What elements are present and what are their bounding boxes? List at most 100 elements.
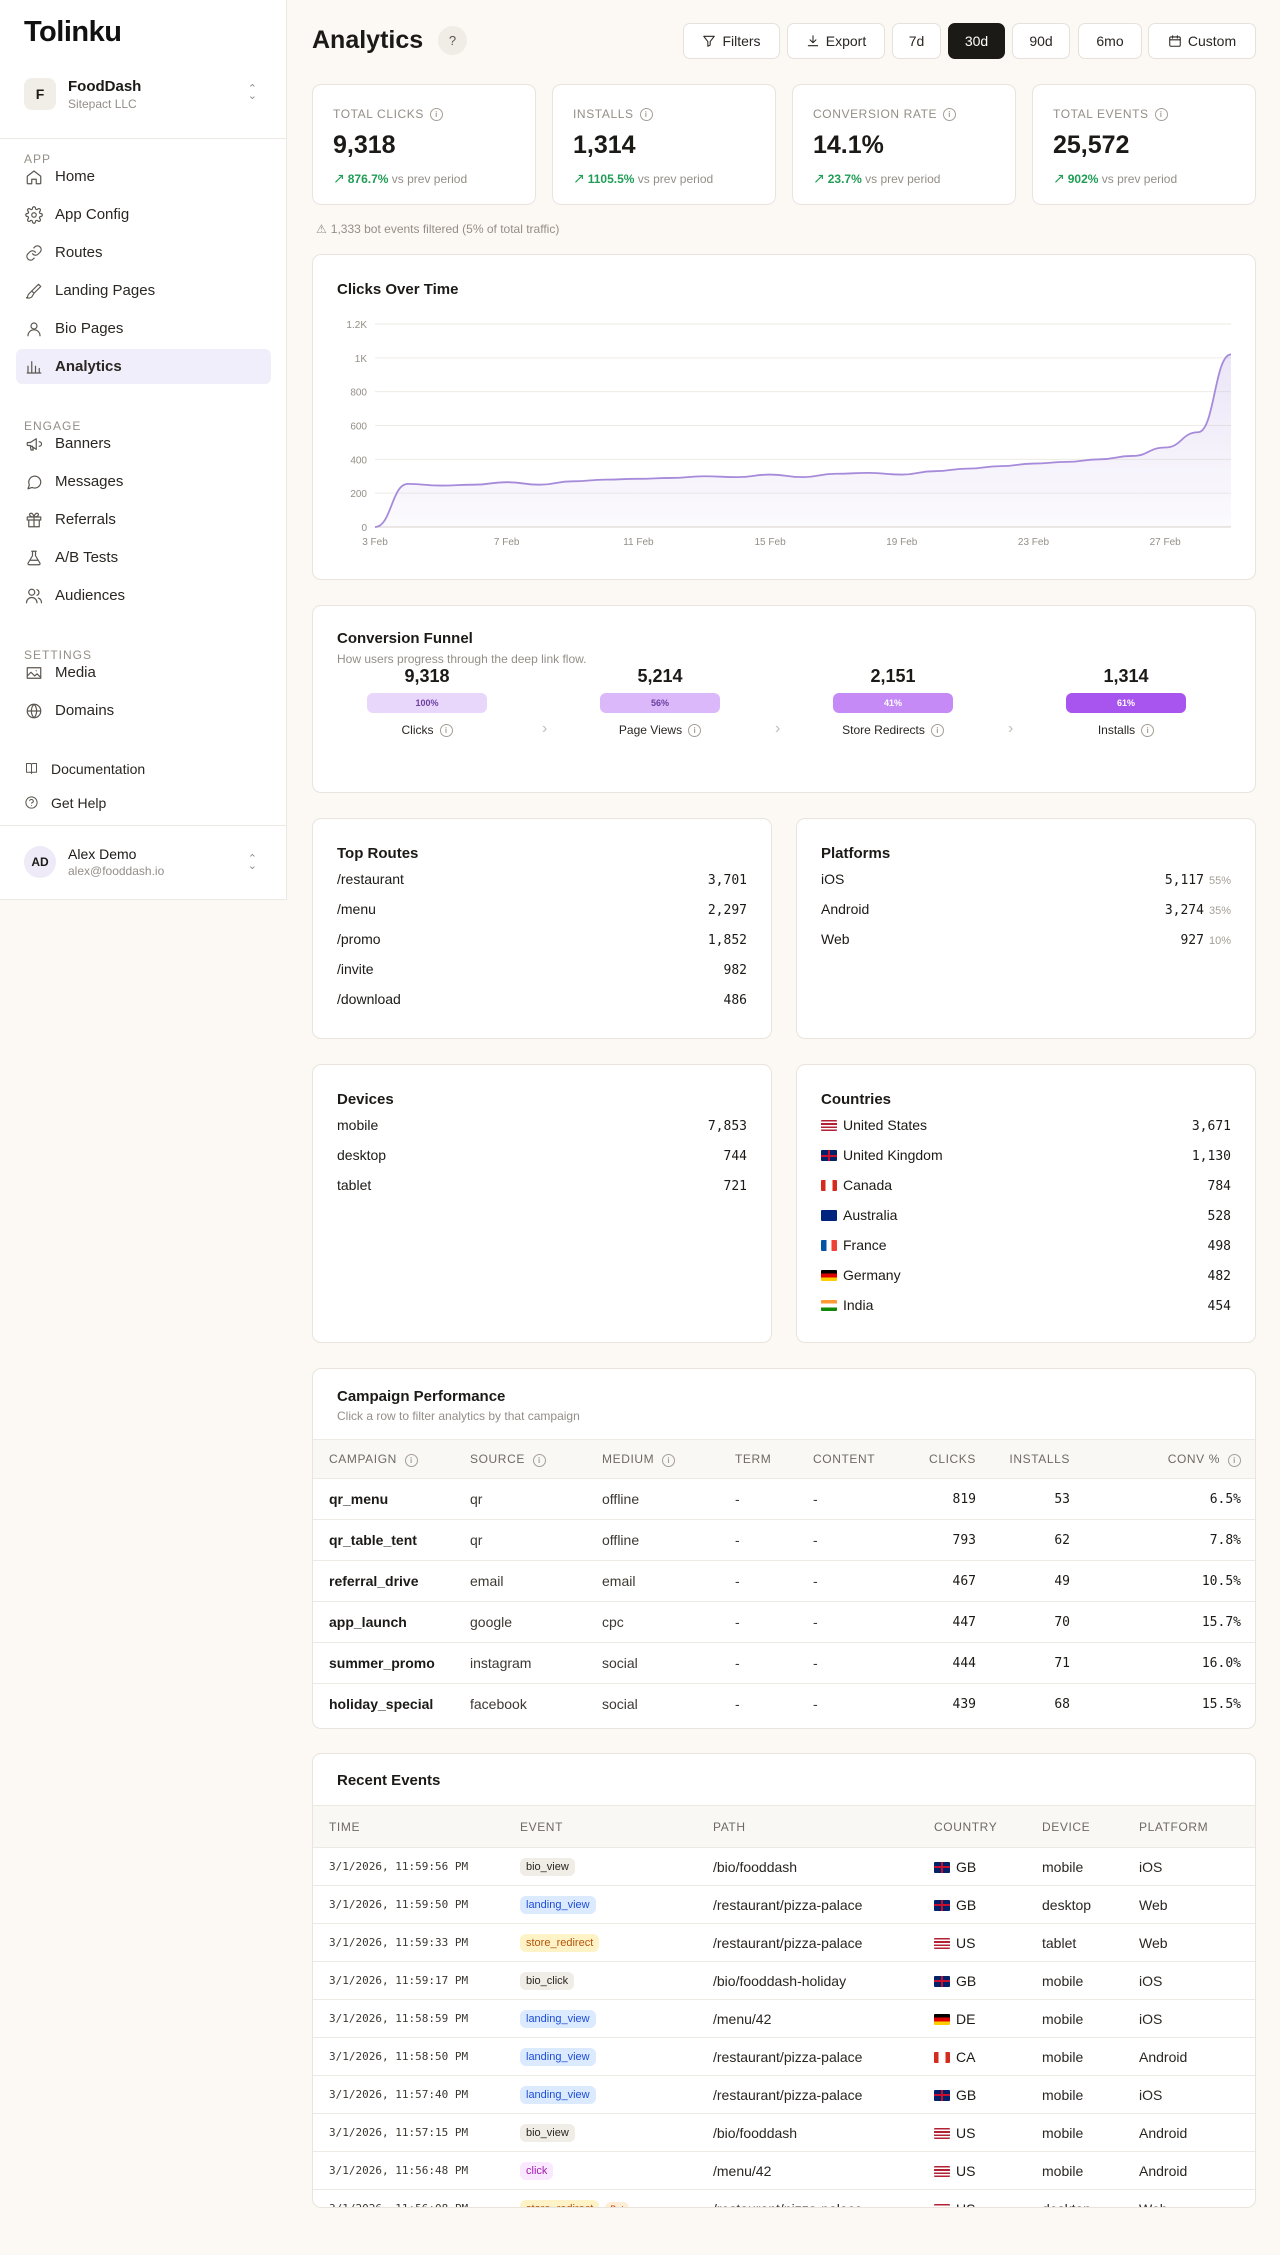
sidebar-item-banners[interactable]: Banners <box>16 426 271 461</box>
list-item[interactable]: Android 3,274 35% <box>821 901 1231 918</box>
list-item[interactable]: /menu 2,297 <box>337 901 747 918</box>
list-item[interactable]: India 454 <box>821 1297 1231 1314</box>
info-icon[interactable]: i <box>943 107 957 121</box>
column-header[interactable]: EVENT <box>520 1805 713 1848</box>
clicks-point-10-feb[interactable] <box>599 474 611 486</box>
export-button[interactable]: Export <box>787 23 885 59</box>
clicks-point-21-feb[interactable] <box>962 463 974 475</box>
sidebar-item-bio-pages[interactable]: Bio Pages <box>16 311 271 346</box>
clicks-point-24-feb[interactable] <box>1060 456 1072 468</box>
clicks-point-12-feb[interactable] <box>665 472 677 484</box>
sidebar-item-routes[interactable]: Routes <box>16 235 271 270</box>
column-header[interactable]: PLATFORM <box>1139 1805 1255 1848</box>
info-icon[interactable]: i <box>1141 723 1155 737</box>
info-icon[interactable]: i <box>688 723 702 737</box>
range-30d-button[interactable]: 30d <box>948 23 1005 59</box>
clicks-point-28-feb[interactable] <box>1192 426 1204 438</box>
info-icon[interactable]: i <box>404 1453 418 1467</box>
column-header[interactable]: CAMPAIGN i <box>313 1439 470 1479</box>
org-switcher[interactable]: F FoodDash Sitepact LLC ⌃ ⌄ <box>16 66 271 122</box>
app-logo[interactable]: Tolinku <box>24 16 122 49</box>
list-item[interactable]: United States 3,671 <box>821 1117 1231 1134</box>
info-icon[interactable]: i <box>930 723 944 737</box>
column-header[interactable]: CONTENT <box>813 1439 908 1479</box>
sidebar-item-home[interactable]: Home <box>16 159 271 194</box>
list-item[interactable]: /restaurant 3,701 <box>337 871 747 888</box>
list-item[interactable]: iOS 5,117 55% <box>821 871 1231 888</box>
table-row[interactable]: summer_promo instagram social - - 444 71 16.0% <box>313 1642 1255 1684</box>
clicks-point-14-feb[interactable] <box>731 471 743 483</box>
list-item[interactable]: Germany 482 <box>821 1267 1231 1284</box>
info-icon[interactable]: i <box>532 1453 546 1467</box>
sidebar-link-documentation[interactable]: Documentation <box>16 751 271 786</box>
info-icon[interactable]: i <box>639 107 653 121</box>
table-row[interactable]: 3/1/2026, 11:57:40 PM landing_view/restau… <box>313 2075 1255 2114</box>
info-icon[interactable]: i <box>1154 107 1168 121</box>
clicks-point-16-feb[interactable] <box>797 471 809 483</box>
range-6mo-button[interactable]: 6mo <box>1078 23 1142 59</box>
clicks-point-1-mar[interactable] <box>1225 348 1237 360</box>
table-row[interactable]: referral_drive email email - - 467 49 10.5% <box>313 1560 1255 1602</box>
user-menu[interactable]: AD Alex Demo alex@fooddash.io ⌃ ⌄ <box>16 840 271 884</box>
column-header[interactable]: INSTALLS <box>978 1439 1072 1479</box>
range-90d-button[interactable]: 90d <box>1012 23 1070 59</box>
sidebar-item-a-b-tests[interactable]: A/B Tests <box>16 540 271 575</box>
sidebar-item-messages[interactable]: Messages <box>16 464 271 499</box>
table-row[interactable]: 3/1/2026, 11:58:59 PM landing_view/menu/4… <box>313 1999 1255 2038</box>
sidebar-item-domains[interactable]: Domains <box>16 693 271 728</box>
table-row[interactable]: 3/1/2026, 11:59:56 PM bio_view/bio/foodda… <box>313 1847 1255 1886</box>
table-row[interactable]: 3/1/2026, 11:59:50 PM landing_view/restau… <box>313 1885 1255 1924</box>
table-row[interactable]: 3/1/2026, 11:59:17 PM bio_click/bio/foodd… <box>313 1961 1255 2000</box>
custom-range-button[interactable]: Custom <box>1148 23 1256 59</box>
column-header[interactable]: CLICKS <box>908 1439 978 1479</box>
table-row[interactable]: 3/1/2026, 11:56:08 PM store_redirect Bot/r… <box>313 2189 1255 2207</box>
column-header[interactable]: PATH <box>713 1805 934 1848</box>
column-header[interactable]: TIME <box>313 1805 520 1848</box>
table-row[interactable]: holiday_special facebook social - - 439 68 15.5… <box>313 1683 1255 1725</box>
clicks-point-23-feb[interactable] <box>1027 458 1039 470</box>
sidebar-item-audiences[interactable]: Audiences <box>16 578 271 613</box>
list-item[interactable]: United Kingdom 1,130 <box>821 1147 1231 1164</box>
list-item[interactable]: /download 486 <box>337 991 747 1008</box>
help-button[interactable]: ? <box>438 26 467 55</box>
clicks-point-22-feb[interactable] <box>995 460 1007 472</box>
list-item[interactable]: France 498 <box>821 1237 1231 1254</box>
clicks-point-18-feb[interactable] <box>863 467 875 479</box>
column-header[interactable]: TERM <box>735 1439 813 1479</box>
table-row[interactable]: qr_menu qr offline - - 819 53 6.5% <box>313 1478 1255 1520</box>
clicks-point-7-feb[interactable] <box>501 476 513 488</box>
clicks-point-5-feb[interactable] <box>435 480 447 492</box>
filters-button[interactable]: Filters <box>683 23 780 59</box>
clicks-point-26-feb[interactable] <box>1126 450 1138 462</box>
column-header[interactable]: MEDIUM i <box>602 1439 735 1479</box>
clicks-point-20-feb[interactable] <box>929 465 941 477</box>
clicks-point-13-feb[interactable] <box>698 470 710 482</box>
clicks-point-27-feb[interactable] <box>1159 441 1171 453</box>
sidebar-item-media[interactable]: Media <box>16 655 271 690</box>
list-item[interactable]: Canada 784 <box>821 1177 1231 1194</box>
clicks-point-4-feb[interactable] <box>402 478 414 490</box>
info-icon[interactable]: i <box>662 1453 676 1467</box>
column-header[interactable]: COUNTRY <box>934 1805 1042 1848</box>
column-header[interactable]: CONV % i <box>1072 1439 1255 1479</box>
clicks-point-9-feb[interactable] <box>567 475 579 487</box>
table-row[interactable]: 3/1/2026, 11:56:48 PM click/menu/42 US mobi… <box>313 2151 1255 2190</box>
table-row[interactable]: 3/1/2026, 11:57:15 PM bio_view/bio/foodda… <box>313 2113 1255 2152</box>
info-icon[interactable]: i <box>1228 1453 1241 1467</box>
table-row[interactable]: 3/1/2026, 11:59:33 PM store_redirect/rest… <box>313 1923 1255 1962</box>
list-item[interactable]: mobile 7,853 <box>337 1117 747 1134</box>
sidebar-item-landing-pages[interactable]: Landing Pages <box>16 273 271 308</box>
clicks-point-6-feb[interactable] <box>468 479 480 491</box>
info-icon[interactable]: i <box>439 723 453 737</box>
clicks-point-11-feb[interactable] <box>632 473 644 485</box>
list-item[interactable]: desktop 744 <box>337 1147 747 1164</box>
sidebar-item-referrals[interactable]: Referrals <box>16 502 271 537</box>
table-row[interactable]: app_launch google cpc - - 447 70 15.7% <box>313 1601 1255 1643</box>
column-header[interactable]: SOURCE i <box>470 1439 602 1479</box>
range-7d-button[interactable]: 7d <box>892 23 941 59</box>
clicks-point-25-feb[interactable] <box>1093 453 1105 465</box>
sidebar-item-app-config[interactable]: App Config <box>16 197 271 232</box>
table-row[interactable]: qr_table_tent qr offline - - 793 62 7.8% <box>313 1519 1255 1561</box>
clicks-point-17-feb[interactable] <box>830 468 842 480</box>
table-row[interactable]: 3/1/2026, 11:58:50 PM landing_view/restau… <box>313 2037 1255 2076</box>
